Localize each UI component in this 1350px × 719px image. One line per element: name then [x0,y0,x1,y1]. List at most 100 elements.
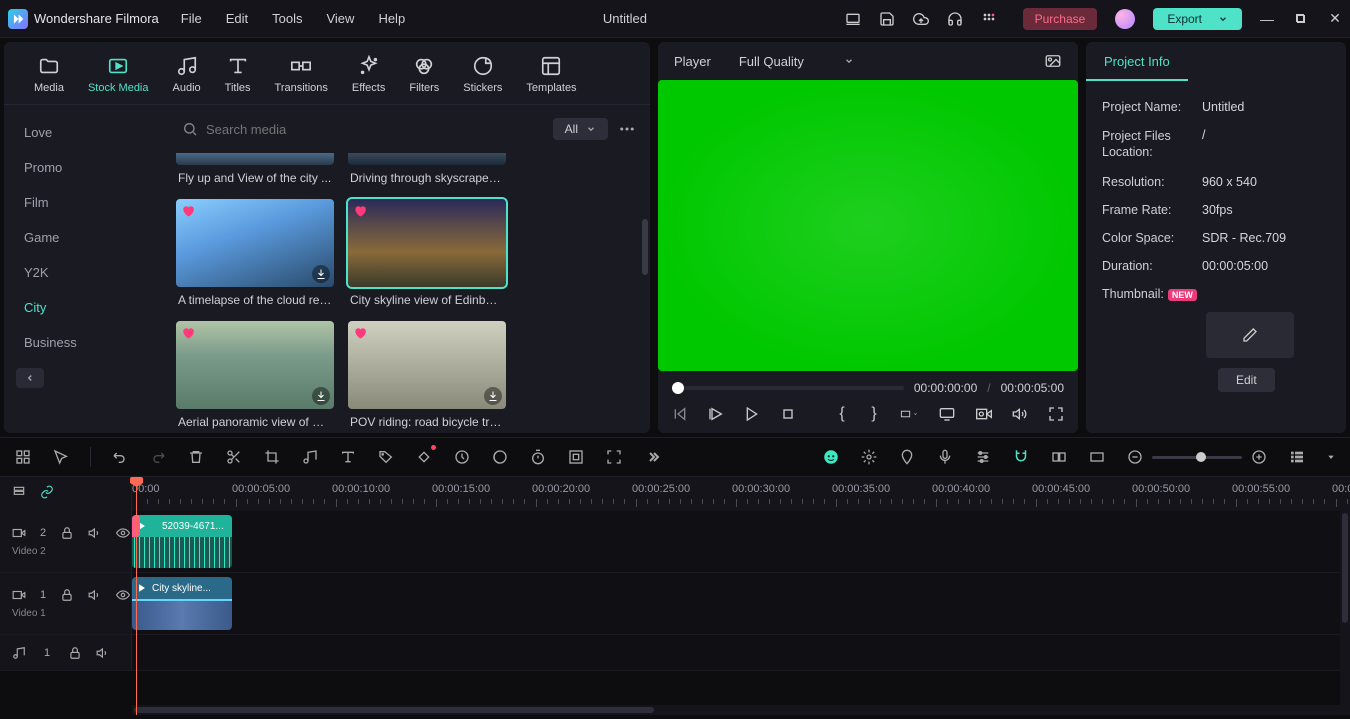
cloud-icon[interactable] [913,11,929,27]
mark-out-icon[interactable]: } [868,405,880,423]
apps-icon[interactable] [981,11,997,27]
media-thumb[interactable] [176,153,334,165]
favorite-icon[interactable] [180,325,196,341]
magnet-icon[interactable] [1012,448,1030,466]
device-icon[interactable] [845,11,861,27]
player-tab[interactable]: Player [674,54,711,69]
zoom-out-icon[interactable] [1126,448,1144,466]
green-screen-icon[interactable] [567,448,585,466]
menu-help[interactable]: Help [378,11,405,26]
media-scrollbar[interactable] [642,159,648,423]
visibility-icon[interactable] [116,588,130,602]
category-game[interactable]: Game [4,220,164,255]
timeline-clip[interactable]: 52039-4671... [132,515,232,568]
text-icon[interactable] [339,448,357,466]
category-film[interactable]: Film [4,185,164,220]
timer-icon[interactable] [529,448,547,466]
export-button[interactable]: Export [1153,8,1242,30]
mute-icon[interactable] [88,526,102,540]
quality-dropdown[interactable]: Full Quality [739,54,854,69]
media-thumb[interactable] [176,321,334,409]
timeline-vertical-scrollbar[interactable] [1340,511,1350,705]
preview-viewport[interactable] [658,80,1078,371]
category-business[interactable]: Business [4,325,164,360]
delete-icon[interactable] [187,448,205,466]
download-icon[interactable] [312,265,330,283]
fullscreen-icon[interactable] [1048,405,1064,423]
link-icon[interactable] [1050,448,1068,466]
display-icon[interactable] [938,405,956,423]
mark-in-icon[interactable]: { [836,405,848,423]
expand-icon[interactable] [605,448,623,466]
layout-icon[interactable] [14,448,32,466]
tab-audio[interactable]: Audio [163,50,211,104]
edit-button[interactable]: Edit [1218,368,1275,392]
filter-dropdown[interactable]: All [553,118,608,140]
zoom-in-icon[interactable] [1250,448,1268,466]
category-love[interactable]: Love [4,115,164,150]
marker-icon[interactable] [898,448,916,466]
menu-file[interactable]: File [181,11,202,26]
thumbnail-preview[interactable] [1206,312,1294,358]
color-icon[interactable] [491,448,509,466]
favorite-icon[interactable] [180,203,196,219]
window-maximize[interactable] [1294,12,1308,26]
tab-templates[interactable]: Templates [516,50,586,104]
dropdown-icon[interactable] [1326,448,1336,466]
keyframe-icon[interactable] [415,448,433,466]
tag-icon[interactable] [377,448,395,466]
ai-icon[interactable] [822,448,840,466]
menu-edit[interactable]: Edit [226,11,248,26]
scrub-slider[interactable] [672,386,904,390]
menu-view[interactable]: View [326,11,354,26]
download-icon[interactable] [312,387,330,405]
headphones-icon[interactable] [947,11,963,27]
camera-icon[interactable] [976,405,992,423]
favorite-icon[interactable] [352,325,368,341]
more-tools-icon[interactable] [643,448,661,466]
timeline-options-icon[interactable] [12,485,26,499]
mixer-icon[interactable] [974,448,992,466]
undo-icon[interactable] [111,448,129,466]
media-thumb[interactable] [176,199,334,287]
lock-icon[interactable] [60,588,74,602]
save-icon[interactable] [879,11,895,27]
tab-filters[interactable]: Filters [399,50,449,104]
project-info-tab[interactable]: Project Info [1086,42,1188,81]
favorite-icon[interactable] [352,203,368,219]
user-avatar[interactable] [1115,9,1135,29]
playhead[interactable] [136,477,137,715]
cut-icon[interactable] [225,448,243,466]
mute-icon[interactable] [96,646,110,660]
menu-tools[interactable]: Tools [272,11,302,26]
purchase-button[interactable]: Purchase [1023,8,1098,30]
crop-icon[interactable] [263,448,281,466]
lock-icon[interactable] [60,526,74,540]
link-toggle-icon[interactable] [40,485,54,499]
play-icon[interactable] [744,405,760,423]
media-thumb[interactable] [348,321,506,409]
tab-stickers[interactable]: Stickers [453,50,512,104]
settings-icon[interactable] [860,448,878,466]
play-pause-icon[interactable] [708,405,724,423]
prev-frame-icon[interactable] [672,405,688,423]
category-city[interactable]: City [4,290,164,325]
media-thumb-selected[interactable] [348,199,506,287]
volume-icon[interactable] [1012,405,1028,423]
frame-icon[interactable] [1088,448,1106,466]
tab-effects[interactable]: Effects [342,50,395,104]
media-thumb[interactable] [348,153,506,165]
timeline-horizontal-scrollbar[interactable] [132,705,1350,715]
window-minimize[interactable]: — [1260,12,1274,26]
stop-icon[interactable] [780,405,796,423]
category-y2k[interactable]: Y2K [4,255,164,290]
zoom-slider[interactable] [1152,456,1242,459]
category-promo[interactable]: Promo [4,150,164,185]
window-close[interactable]: ✕ [1328,12,1342,26]
category-collapse-button[interactable] [16,368,44,388]
view-mode-icon[interactable] [1288,448,1306,466]
tab-transitions[interactable]: Transitions [265,50,338,104]
visibility-icon[interactable] [116,526,130,540]
tab-media[interactable]: Media [24,50,74,104]
lock-icon[interactable] [68,646,82,660]
